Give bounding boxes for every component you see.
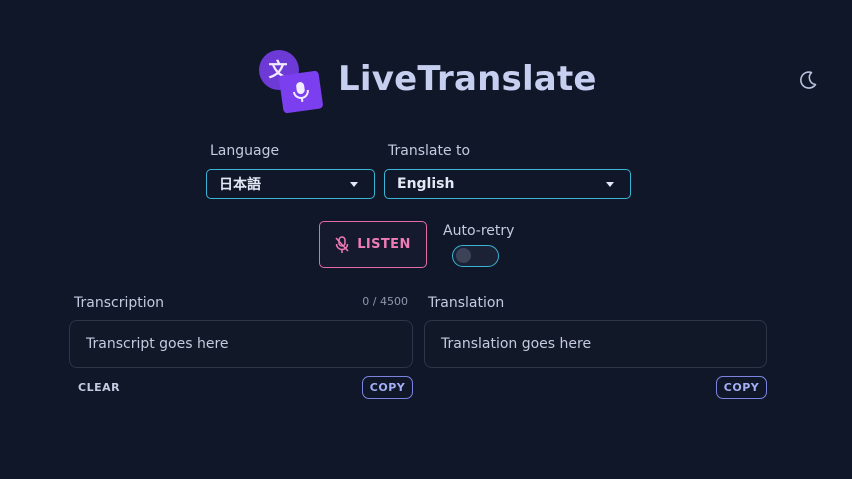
transcription-label: Transcription (74, 295, 165, 311)
language-select[interactable]: 日本語 (206, 169, 375, 199)
listen-label: LISTEN (357, 237, 411, 252)
transcription-placeholder: Transcript goes here (86, 336, 229, 352)
moon-icon (800, 71, 817, 89)
theme-toggle-button[interactable] (797, 69, 819, 91)
translate-to-label: Translate to (388, 143, 471, 159)
language-value: 日本語 (219, 177, 261, 193)
copy-translation-button[interactable]: COPY (716, 376, 767, 399)
caret-down-icon (350, 182, 358, 187)
app-title: LiveTranslate (338, 59, 597, 99)
translate-to-select[interactable]: English (384, 169, 631, 199)
language-label: Language (210, 143, 280, 159)
mic-off-icon (335, 235, 349, 253)
mic-icon (278, 70, 324, 114)
caret-down-icon (606, 182, 614, 187)
clear-button[interactable]: CLEAR (78, 380, 120, 396)
translation-textarea[interactable]: Translation goes here (424, 320, 767, 368)
app-page: 文 LiveTranslate Language 日本語 Translate t… (0, 0, 852, 479)
auto-retry-toggle[interactable] (452, 245, 499, 267)
toggle-knob (456, 248, 471, 263)
copy-transcription-button[interactable]: COPY (362, 376, 413, 399)
translate-to-value: English (397, 176, 455, 192)
transcription-textarea[interactable]: Transcript goes here (69, 320, 413, 368)
translation-label: Translation (428, 295, 505, 311)
character-counter: 0 / 4500 (362, 295, 408, 308)
translation-placeholder: Translation goes here (441, 336, 592, 352)
listen-button[interactable]: LISTEN (319, 221, 427, 268)
auto-retry-label: Auto-retry (443, 223, 515, 239)
app-logo: 文 (257, 48, 325, 114)
